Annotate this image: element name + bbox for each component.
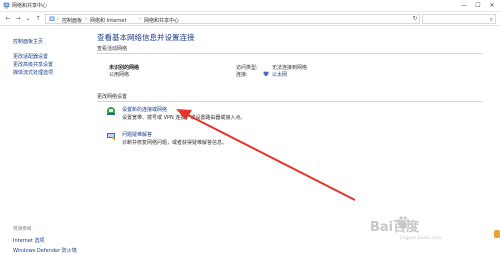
breadcrumb[interactable]: › 控制面板 › 网络和 Internet › 网络和共享中心: [45, 14, 420, 24]
watermark-brand: Bai百度: [370, 220, 420, 235]
minimize-button[interactable]: —: [458, 1, 470, 10]
maximize-button[interactable]: ☐: [472, 1, 484, 10]
forward-arrow-icon[interactable]: →: [14, 15, 22, 23]
refresh-icon[interactable]: ↻: [410, 14, 420, 24]
ethernet-icon: [263, 71, 269, 76]
change-settings-label: 更改网络设置: [97, 94, 128, 100]
search-input[interactable]: ⌕: [422, 14, 496, 24]
setup-connection-desc: 设置宽带、拨号或 VPN 连接；或设置路由器或接入点。: [122, 115, 246, 121]
watermark-url: jingyan.baidu.com: [400, 236, 442, 241]
back-arrow-icon[interactable]: ←: [4, 15, 12, 23]
sidebar-item-firewall[interactable]: Windows Defender 防火墙: [13, 247, 77, 254]
connections-label: 连接:: [236, 72, 248, 78]
section-divider: [97, 101, 482, 102]
sidebar-item-adapter[interactable]: 更改适配器设置: [13, 53, 48, 60]
search-icon: ⌕: [489, 16, 493, 23]
address-bar: ← → ⌄ ↑ › 控制面板 › 网络和 Internet › 网络和共享中心 …: [0, 12, 500, 26]
section-divider: [97, 53, 482, 54]
ethernet-link[interactable]: 以太网: [272, 71, 287, 78]
up-arrow-icon[interactable]: ↑: [34, 15, 42, 23]
title-bar: 网络和共享中心 — ☐ ✕: [0, 0, 500, 12]
sidebar-item-home[interactable]: 控制面板主页: [13, 38, 43, 45]
see-also-heading: 另请参阅: [13, 227, 32, 232]
troubleshoot-icon: [107, 133, 116, 141]
access-type-label: 访问类型:: [236, 65, 258, 71]
sidebar-item-media-streaming[interactable]: 媒体流式处理选项: [13, 69, 53, 76]
sidebar-item-advanced-sharing[interactable]: 更改高级共享设置: [13, 61, 53, 68]
access-type-value: 无法连接到网络: [272, 65, 308, 71]
breadcrumb-network-center[interactable]: 网络和共享中心: [144, 17, 179, 24]
setup-connection-link[interactable]: 设置新的连接或网络: [122, 106, 167, 113]
edge-marker: [494, 230, 500, 238]
recent-chevron-icon[interactable]: ⌄: [24, 15, 32, 23]
sidebar-item-internet-options[interactable]: Internet 选项: [13, 237, 44, 244]
close-button[interactable]: ✕: [486, 1, 498, 10]
network-center-icon: [3, 2, 10, 9]
sidebar: 控制面板主页 更改适配器设置 更改高级共享设置 媒体流式处理选项 另请参阅 In…: [0, 26, 90, 263]
page-title: 查看基本网络信息并设置连接: [97, 33, 195, 42]
window-title: 网络和共享中心: [12, 3, 48, 9]
control-panel-icon: [49, 16, 55, 21]
troubleshoot-desc: 诊断并修复网络问题，或者获得疑难解答信息。: [122, 140, 228, 146]
network-name: 未识别的网络: [109, 65, 140, 71]
breadcrumb-separator: ›: [85, 16, 87, 22]
breadcrumb-control-panel[interactable]: 控制面板: [62, 17, 82, 24]
breadcrumb-separator: ›: [57, 16, 59, 22]
active-networks-label: 查看活动网络: [97, 46, 128, 52]
breadcrumb-network-internet[interactable]: 网络和 Internet: [90, 17, 126, 24]
troubleshoot-link[interactable]: 问题疑难解答: [122, 131, 152, 138]
network-type: 公用网络: [109, 72, 130, 78]
breadcrumb-separator: ›: [139, 16, 141, 22]
new-connection-icon: [107, 107, 115, 115]
